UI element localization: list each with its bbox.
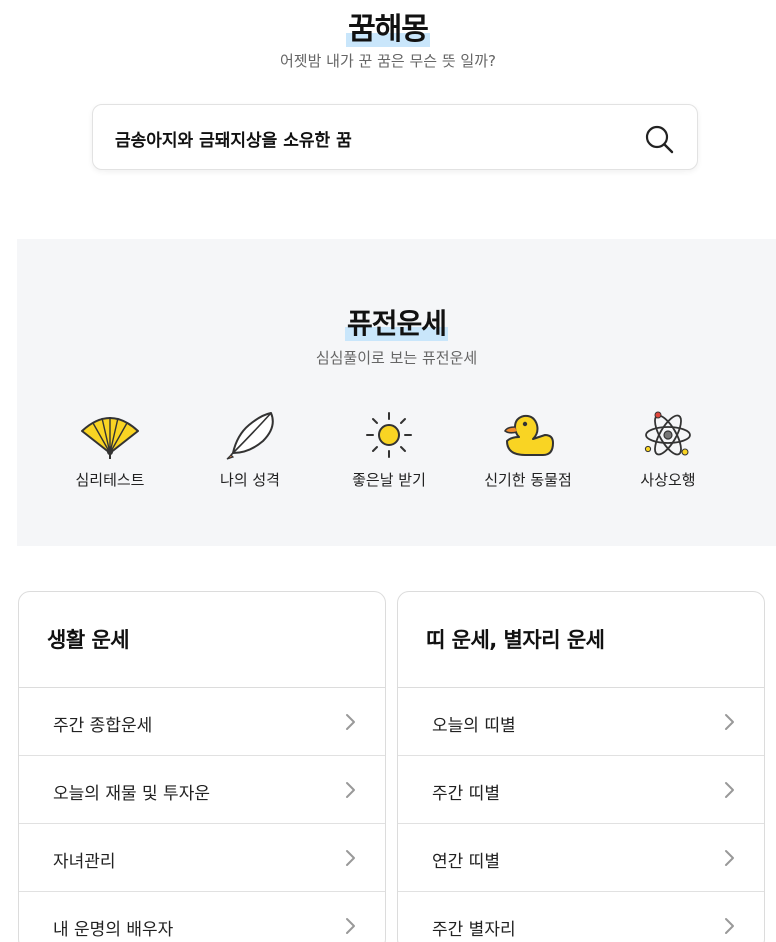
category-animal-fortune[interactable]: 신기한 동물점: [458, 409, 598, 490]
card-zodiac-fortune: 띠 운세, 별자리 운세 오늘의 띠별 주간 띠별 연간 띠별 주간 별자리: [397, 591, 765, 942]
list-item-label: 연간 띠별: [432, 852, 500, 872]
chevron-right-icon: [725, 850, 734, 866]
page-title: 꿈해몽: [0, 4, 776, 48]
fusion-title: 퓨전운세: [17, 302, 776, 342]
category-label: 사상오행: [640, 471, 696, 489]
list-item[interactable]: 주간 별자리: [398, 892, 764, 942]
fusion-section: 퓨전운세 심심풀이로 보는 퓨전운세 심리테스트 나의 성격 좋은날 받기 신기…: [17, 239, 776, 546]
search-input[interactable]: 금송아지와 금돼지상을 소유한 꿈: [115, 126, 352, 151]
list-item-label: 내 운명의 배우자: [53, 920, 174, 940]
feather-icon: [226, 412, 274, 460]
category-label: 심리테스트: [75, 471, 145, 489]
category-label: 나의 성격: [220, 471, 280, 489]
chevron-right-icon: [725, 782, 734, 798]
category-my-personality[interactable]: 나의 성격: [180, 409, 320, 490]
chevron-right-icon: [725, 714, 734, 730]
fusion-subtitle: 심심풀이로 보는 퓨전운세: [315, 349, 478, 367]
card-life-fortune: 생활 운세 주간 종합운세 오늘의 재물 및 투자운 자녀관리 내 운명의 배우…: [18, 591, 386, 942]
list-item-label: 주간 종합운세: [53, 716, 153, 736]
list-item[interactable]: 연간 띠별: [398, 824, 764, 892]
search-icon[interactable]: [643, 123, 675, 155]
chevron-right-icon: [346, 918, 355, 934]
list-item[interactable]: 오늘의 띠별: [398, 688, 764, 756]
fan-icon: [81, 417, 139, 459]
list-item-label: 오늘의 재물 및 투자운: [53, 784, 210, 804]
list-item[interactable]: 주간 종합운세: [19, 688, 385, 756]
list-item-label: 오늘의 띠별: [432, 716, 516, 736]
list-item-label: 자녀관리: [53, 852, 116, 872]
card-title: 띠 운세, 별자리 운세: [426, 628, 605, 652]
search-box[interactable]: 금송아지와 금돼지상을 소유한 꿈: [92, 104, 698, 170]
category-label: 신기한 동물점: [484, 471, 572, 489]
card-title: 생활 운세: [47, 628, 130, 652]
list-item-label: 주간 띠별: [432, 784, 500, 804]
chevron-right-icon: [346, 782, 355, 798]
category-four-elements[interactable]: 사상오행: [598, 409, 738, 490]
category-psych-test[interactable]: 심리테스트: [40, 409, 180, 490]
duck-icon: [504, 414, 554, 456]
chevron-right-icon: [346, 850, 355, 866]
list-item[interactable]: 자녀관리: [19, 824, 385, 892]
atom-icon: [644, 411, 691, 456]
list-item-label: 주간 별자리: [432, 920, 516, 940]
category-lucky-day[interactable]: 좋은날 받기: [319, 409, 459, 490]
page-subtitle: 어젯밤 내가 꾼 꿈은 무슨 뜻 일까?: [280, 52, 496, 70]
chevron-right-icon: [725, 918, 734, 934]
list-item[interactable]: 내 운명의 배우자: [19, 892, 385, 942]
sun-icon: [366, 412, 412, 458]
list-item[interactable]: 오늘의 재물 및 투자운: [19, 756, 385, 824]
category-label: 좋은날 받기: [352, 471, 426, 489]
list-item[interactable]: 주간 띠별: [398, 756, 764, 824]
chevron-right-icon: [346, 714, 355, 730]
